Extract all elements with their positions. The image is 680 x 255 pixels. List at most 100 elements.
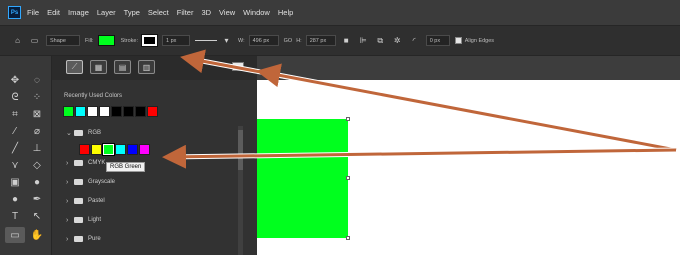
chevron-down-icon[interactable]: ⌄ (66, 129, 74, 137)
folder-label: Pure (88, 236, 101, 242)
stroke-color-swatch[interactable] (141, 34, 158, 47)
blur-tool-icon[interactable]: ● (27, 174, 47, 190)
stamp-tool-icon[interactable]: ⊥ (27, 140, 47, 156)
corner-radius-field[interactable]: 0 px (425, 35, 450, 46)
move-tool-icon[interactable]: ✥ (5, 72, 25, 88)
rectangle-tool-preset-icon[interactable]: ▭ (29, 35, 40, 46)
recently-used-colors-label: Recently Used Colors (64, 93, 123, 99)
recent-color-swatch[interactable] (123, 106, 134, 117)
no-color-swatch-icon[interactable]: ⟋ (66, 60, 83, 74)
menu-image[interactable]: Image (68, 8, 89, 17)
pattern-tab-icon[interactable]: ▥ (138, 60, 155, 74)
photoshop-logo: Ps (8, 6, 21, 19)
fill-color-swatch[interactable] (97, 35, 115, 46)
hand-tool-icon[interactable]: ✋ (27, 227, 47, 243)
menu-3d[interactable]: 3D (201, 8, 211, 17)
panel-menu-swatch[interactable] (232, 62, 244, 71)
align-edges-label: Align Edges (464, 37, 495, 44)
marquee-tool-icon[interactable]: ◌ (27, 72, 47, 88)
menu-bar: Ps File Edit Image Layer Type Select Fil… (0, 0, 680, 25)
shape-mode-dropdown[interactable]: Shape (46, 35, 80, 46)
chevron-down-icon[interactable]: ▾ (221, 35, 232, 46)
pen-tool-icon[interactable]: ✒ (27, 191, 47, 207)
corner-radius-icon: ◜ (412, 36, 416, 45)
menu-view[interactable]: View (219, 8, 235, 17)
folder-icon (74, 130, 83, 136)
menu-edit[interactable]: Edit (47, 8, 60, 17)
lasso-tool-icon[interactable]: ᘓ (5, 89, 25, 105)
align-edges-checkbox[interactable] (454, 37, 462, 44)
swatch-folder-grayscale[interactable]: › Grayscale (66, 176, 115, 188)
home-icon[interactable]: ⌂ (12, 35, 23, 46)
recent-color-swatch[interactable] (87, 106, 98, 117)
path-operations-icon[interactable]: ■ (341, 35, 352, 46)
path-selection-tool-icon[interactable]: ↖ (27, 208, 47, 224)
menu-layer[interactable]: Layer (97, 8, 116, 17)
menu-file[interactable]: File (27, 8, 39, 17)
swatch-folder-cmyk[interactable]: › CMYK (66, 157, 105, 169)
swatch-folder-pure[interactable]: › Pure (66, 233, 101, 245)
recent-color-swatch[interactable] (135, 106, 146, 117)
scrollbar-thumb[interactable] (238, 130, 243, 170)
menu-help[interactable]: Help (278, 8, 293, 17)
tools-panel: ✥ ◌ ᘓ ⁘ ⌗ ⊠ ⁄ ⌀ ╱ ⊥ ⋎ ◇ ▣ ● ● ✒ T ↖ ▭ ✋ (0, 56, 52, 255)
recent-color-swatch[interactable] (63, 106, 74, 117)
gradient-tab-icon[interactable]: ▤ (114, 60, 131, 74)
path-alignment-icon[interactable]: ⊫ (358, 35, 369, 46)
chevron-right-icon[interactable]: › (66, 217, 74, 224)
panel-tab-bar: ⟋ ▦ ▤ ▥ (52, 56, 257, 80)
dodge-tool-icon[interactable]: ● (5, 191, 25, 207)
gradient-tool-icon[interactable]: ▣ (5, 174, 25, 190)
rectangle-tool-icon[interactable]: ▭ (5, 227, 25, 243)
menu-type[interactable]: Type (124, 8, 140, 17)
swatch-folder-rgb[interactable]: ⌄ RGB (66, 127, 101, 139)
swatch-folder-pastel[interactable]: › Pastel (66, 195, 105, 207)
width-field[interactable]: 496 px (248, 35, 279, 46)
menu-window[interactable]: Window (243, 8, 270, 17)
rgb-color-swatch[interactable] (115, 144, 126, 155)
rgb-color-swatch[interactable] (79, 144, 90, 155)
document-tab-area (257, 56, 680, 80)
path-arrangement-icon[interactable]: ⧉ (375, 35, 386, 46)
rgb-color-swatch[interactable] (102, 143, 115, 156)
chevron-right-icon[interactable]: › (66, 160, 74, 167)
history-brush-tool-icon[interactable]: ⋎ (5, 157, 25, 173)
menu-filter[interactable]: Filter (177, 8, 194, 17)
shape-handle-mid-right[interactable] (346, 176, 350, 180)
chevron-right-icon[interactable]: › (66, 198, 74, 205)
photoshop-window: Ps File Edit Image Layer Type Select Fil… (0, 0, 680, 255)
stroke-type-line[interactable] (195, 40, 217, 41)
healing-brush-tool-icon[interactable]: ⌀ (27, 123, 47, 139)
recent-color-swatch[interactable] (147, 106, 158, 117)
eraser-tool-icon[interactable]: ◇ (27, 157, 47, 173)
height-label: H: (296, 37, 302, 44)
recent-color-swatch[interactable] (111, 106, 122, 117)
width-label: W: (238, 37, 245, 44)
shape-handle-bottom-right[interactable] (346, 236, 350, 240)
panel-scrollbar[interactable] (238, 126, 243, 255)
brush-tool-icon[interactable]: ╱ (5, 140, 25, 156)
eyedropper-tool-icon[interactable]: ⁄ (5, 123, 25, 139)
recent-color-swatch[interactable] (75, 106, 86, 117)
rgb-color-swatch[interactable] (139, 144, 150, 155)
crop-tool-icon[interactable]: ⌗ (5, 106, 25, 122)
green-rectangle-shape[interactable] (257, 119, 348, 238)
gear-icon[interactable]: ✲ (392, 35, 403, 46)
recent-color-swatch[interactable] (99, 106, 110, 117)
rgb-color-swatch[interactable] (91, 144, 102, 155)
chevron-right-icon[interactable]: › (66, 179, 74, 186)
type-tool-icon[interactable]: T (5, 208, 25, 224)
chevron-right-icon[interactable]: › (66, 236, 74, 243)
link-dimensions-icon[interactable]: GO (284, 38, 293, 44)
height-field[interactable]: 287 px (305, 35, 336, 46)
magic-wand-tool-icon[interactable]: ⁘ (27, 89, 47, 105)
menu-select[interactable]: Select (148, 8, 169, 17)
shape-handle-top-right[interactable] (346, 117, 350, 121)
folder-icon (74, 217, 83, 223)
swatches-tab-icon[interactable]: ▦ (90, 60, 107, 74)
folder-label: Light (88, 217, 102, 223)
swatch-folder-light[interactable]: › Light (66, 214, 101, 226)
rgb-color-swatch[interactable] (127, 144, 138, 155)
stroke-width-field[interactable]: 1 px (162, 35, 190, 46)
frame-tool-icon[interactable]: ⊠ (27, 106, 47, 122)
